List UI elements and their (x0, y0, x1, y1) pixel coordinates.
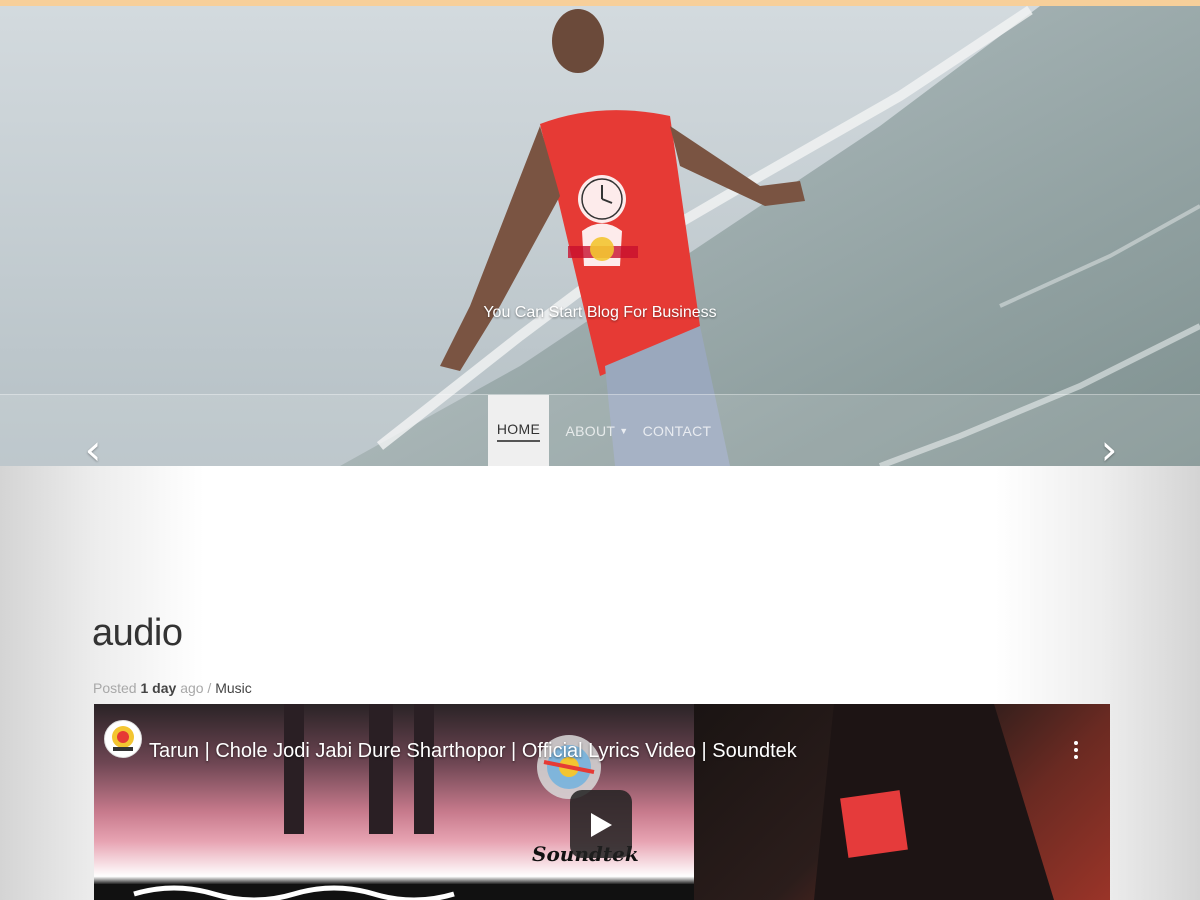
post-meta: Posted 1 day ago / Music (93, 680, 252, 696)
nav-contact-label: CONTACT (642, 423, 712, 439)
site-tagline: You Can Start Blog For Business (483, 304, 717, 321)
video-title-link[interactable]: Tarun | Chole Jodi Jabi Dure Sharthopor … (149, 740, 797, 763)
soundtek-avatar-icon (112, 726, 134, 751)
video-thumbnail-right (694, 704, 1110, 900)
post-age: 1 day (140, 680, 177, 696)
nav-item-home[interactable]: HOME (488, 395, 549, 466)
nav-item-contact[interactable]: CONTACT (643, 395, 711, 466)
category-link[interactable]: Music (215, 680, 252, 696)
channel-avatar[interactable] (104, 720, 142, 758)
hero-slider: You Can Start Blog For Business HOME ABO… (0, 6, 1200, 466)
more-vertical-icon[interactable] (1070, 738, 1082, 768)
play-button[interactable] (570, 790, 632, 858)
embedded-video-player[interactable]: Soundtek Tarun | Chole Jodi Jabi Dure Sh… (94, 704, 1110, 900)
site-logo[interactable] (560, 171, 644, 286)
video-right-art (814, 704, 1054, 900)
chevron-down-icon: ▼ (619, 426, 629, 436)
posted-label: Posted (93, 680, 137, 696)
nav-home-label: HOME (496, 421, 541, 442)
main-navigation: HOME ABOUT ▼ CONTACT (0, 394, 1200, 466)
ago-label: ago / (180, 680, 212, 696)
play-icon (591, 813, 612, 837)
nav-about-label: ABOUT (565, 423, 616, 439)
nav-item-about[interactable]: ABOUT ▼ (565, 395, 629, 466)
post-title[interactable]: audio (92, 612, 183, 655)
